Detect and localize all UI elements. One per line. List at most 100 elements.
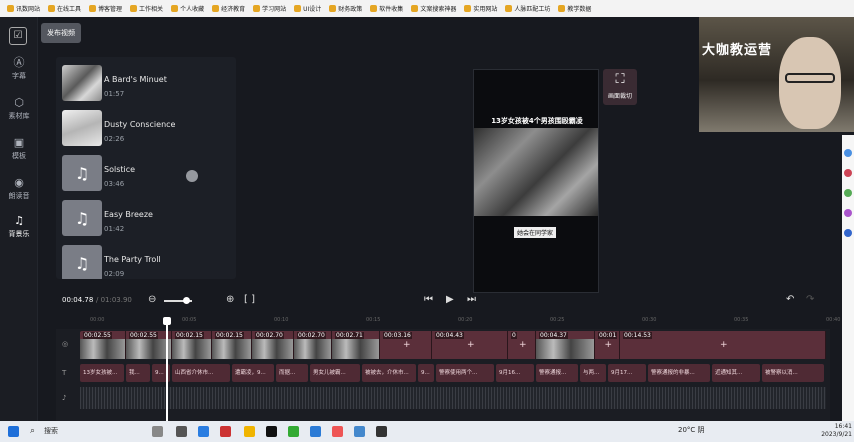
bookmark-9[interactable]: 软件收集 [367,2,406,15]
list-item[interactable]: Dusty Conscience 02:26 [62,110,232,150]
video-clip[interactable]: +00:03.16 [380,331,432,359]
play-icon[interactable]: ▶ [446,294,454,305]
undo-icon[interactable]: ↶ [786,294,794,305]
office-icon[interactable] [844,209,852,217]
sidebar-item-voice[interactable]: ◉ 朗读音 [0,177,38,201]
video-clip[interactable]: +0 [508,331,536,359]
bookmark-7[interactable]: UI设计 [291,2,324,15]
sidebar-item-library[interactable]: ⬡ 素材库 [0,97,38,121]
add-clip-icon[interactable]: + [403,340,411,350]
video-clip[interactable]: 00:02.15 [212,331,252,359]
redo-icon[interactable]: ↷ [806,294,814,305]
video-clip[interactable]: 00:02.70 [252,331,294,359]
track-thumbnail [62,65,102,101]
track-duration: 01:42 [104,225,125,233]
tools-icon[interactable] [844,169,852,177]
search-icon[interactable] [844,149,852,157]
bookmark-12[interactable]: 人脉匹配工坊 [502,2,553,15]
taskbar-app-icon[interactable] [332,426,343,437]
fit-icon[interactable]: [ ] [244,294,255,305]
bookmark-2[interactable]: 博客管理 [86,2,125,15]
windows-start-icon[interactable] [8,426,19,437]
sidebar-item-template[interactable]: ▣ 模板 [0,137,38,161]
subtitle-clip[interactable]: 男女儿被霸... [310,364,360,382]
chrome-icon[interactable] [220,426,231,437]
list-item[interactable]: ♫ The Party Troll 02:09 [62,245,232,279]
subtitle-clip[interactable]: 警察通报... [536,364,578,382]
video-clip[interactable]: +00:14.53 [620,331,826,359]
sidebar-item-music[interactable]: ♫ 背景乐 [0,215,38,239]
subtitle-clip[interactable]: 被警察以消... [762,364,824,382]
subtitle-clip[interactable]: 我... [126,364,150,382]
search-icon[interactable]: ⌕ [30,426,41,437]
audio-waveform[interactable] [80,387,826,409]
project-icon[interactable]: ☑ [9,27,27,45]
task-view-icon[interactable] [176,426,187,437]
crop-button[interactable]: ⛶ 画面裁切 [603,69,637,105]
video-clip[interactable]: +00:01 [595,331,620,359]
games-icon[interactable] [844,189,852,197]
zoom-slider-handle[interactable] [183,297,191,304]
subtitle-clip[interactable]: 山西省介休市... [172,364,230,382]
bookmark-10[interactable]: 文案搜索神器 [408,2,459,15]
bookmark-6[interactable]: 学习网站 [250,2,289,15]
video-clip[interactable]: 00:02.15 [172,331,212,359]
subtitle-clip[interactable]: 与两... [580,364,606,382]
video-clip[interactable]: 00:04.37 [536,331,595,359]
subtitle-clip[interactable]: 9... [418,364,434,382]
taskbar-app-icon[interactable] [152,426,163,437]
edge-icon[interactable] [198,426,209,437]
outlook-icon[interactable] [844,229,852,237]
taskbar-app-icon[interactable] [376,426,387,437]
subtitle-clip[interactable]: 9月17... [608,364,646,382]
video-track[interactable]: 00:02.55 00:02.55 00:02.15 00:02.15 00:02.70… [80,331,826,359]
wechat-icon[interactable] [288,426,299,437]
bookmark-3[interactable]: 工作相关 [127,2,166,15]
list-item[interactable]: A Bard's Minuet 01:57 [62,65,232,105]
timeline-ruler: 00:00 00:05 00:10 00:15 00:20 00:25 00:30 00:35… [60,317,840,327]
add-clip-icon[interactable]: + [605,340,613,350]
next-icon[interactable]: ⏭ [467,294,476,305]
list-item[interactable]: ♫ Easy Breeze 01:42 [62,200,232,240]
add-clip-icon[interactable]: + [720,340,728,350]
video-clip[interactable]: +00:04.43 [432,331,508,359]
add-clip-icon[interactable]: + [467,340,475,350]
publish-button[interactable]: 发布视频 [41,23,81,43]
explorer-icon[interactable] [244,426,255,437]
taskbar-app-icon[interactable] [354,426,365,437]
video-clip[interactable]: 00:02.55 [80,331,126,359]
video-clip[interactable]: 00:02.71 [332,331,380,359]
system-clock[interactable]: 16:41 2023/9/21 [808,423,852,439]
video-clip[interactable]: 00:02.70 [294,331,332,359]
bookmark-label: 在线工具 [57,6,82,13]
bookmark-1[interactable]: 在线工具 [45,2,84,15]
bookmark-0[interactable]: 讯数网站 [4,2,43,15]
subtitle-clip[interactable]: 近通知其... [712,364,760,382]
subtitle-clip[interactable]: 13岁女孩被... [80,364,124,382]
bookmark-5[interactable]: 经济教育 [209,2,248,15]
bookmark-4[interactable]: 个人收藏 [168,2,207,15]
subtitle-clip[interactable]: 遭霸凌，9... [232,364,274,382]
subtitle-clip[interactable]: 警察通报的非暴... [648,364,710,382]
bookmark-13[interactable]: 教学数据 [555,2,594,15]
list-item[interactable]: ♫ Solstice 03:46 [62,155,232,195]
taskbar-app-icon[interactable] [310,426,321,437]
playhead[interactable] [163,317,171,421]
zoom-out-icon[interactable]: ⊖ [148,294,156,305]
bookmark-11[interactable]: 实用网站 [461,2,500,15]
subtitle-clip[interactable]: 警察使用两个... [436,364,494,382]
video-preview[interactable]: 13岁女孩被4个男孩围殴霸凌 她会在同学家 [473,69,599,293]
previous-icon[interactable]: ⏮ [424,294,433,305]
subtitle-clip[interactable]: 9月16... [496,364,534,382]
capcut-icon[interactable] [266,426,277,437]
sidebar-item-subtitle[interactable]: Ⓐ 字幕 [0,57,38,81]
taskbar-search[interactable]: 搜索 [44,426,58,436]
subtitle-track[interactable]: 13岁女孩被... 我... 9... 山西省介休市... 遭霸凌，9... 而据... 男… [80,364,826,382]
track-thumbnail [62,110,102,146]
bookmark-8[interactable]: 财务政策 [326,2,365,15]
weather-status[interactable]: 20°C 阴 [678,425,705,435]
add-clip-icon[interactable]: + [519,340,527,350]
subtitle-clip[interactable]: 而据... [276,364,308,382]
zoom-in-icon[interactable]: ⊕ [226,294,234,305]
subtitle-clip[interactable]: 被被去，介休市... [362,364,416,382]
